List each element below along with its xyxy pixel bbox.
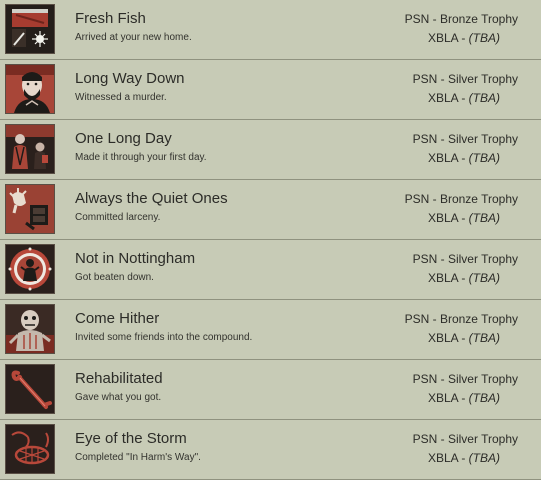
xbla-status: XBLA - (TBA): [428, 151, 500, 165]
achievement-row: Long Way Down Witnessed a murder. PSN - …: [0, 60, 541, 120]
achievement-row: Eye of the Storm Completed "In Harm's Wa…: [0, 420, 541, 480]
achievement-description: Committed larceny.: [75, 212, 161, 223]
xbla-prefix: XBLA -: [427, 91, 469, 105]
achievement-description: Got beaten down.: [75, 272, 154, 283]
xbla-prefix: XBLA -: [427, 211, 469, 225]
achievement-row: Not in Nottingham Got beaten down. PSN -…: [0, 240, 541, 300]
xbla-status: XBLA - (TBA): [428, 451, 500, 465]
achievement-row: Come Hither Invited some friends into th…: [0, 300, 541, 360]
achievement-title: Not in Nottingham: [75, 250, 196, 267]
achievement-title: Rehabilitated: [75, 370, 163, 387]
xbla-value: (TBA): [468, 151, 500, 165]
xbla-status: XBLA - (TBA): [428, 91, 500, 105]
bearded-man-portrait-icon: [5, 64, 55, 114]
xbla-value: (TBA): [468, 391, 500, 405]
psn-trophy: PSN - Silver Trophy: [412, 372, 518, 386]
achievement-title: Come Hither: [75, 310, 160, 327]
psn-trophy: PSN - Silver Trophy: [412, 72, 518, 86]
xbla-prefix: XBLA -: [427, 31, 469, 45]
xbla-value: (TBA): [468, 331, 500, 345]
achievement-row: Always the Quiet Ones Committed larceny.…: [0, 180, 541, 240]
crowbar-icon: [5, 364, 55, 414]
achievement-description: Arrived at your new home.: [75, 32, 192, 43]
achievement-row: Rehabilitated Gave what you got. PSN - S…: [0, 360, 541, 420]
xbla-prefix: XBLA -: [427, 451, 469, 465]
xbla-status: XBLA - (TBA): [428, 31, 500, 45]
achievement-title: Long Way Down: [75, 70, 185, 87]
zombie-icon: [5, 304, 55, 354]
xbla-status: XBLA - (TBA): [428, 391, 500, 405]
psn-trophy: PSN - Silver Trophy: [412, 252, 518, 266]
xbla-status: XBLA - (TBA): [428, 331, 500, 345]
psn-trophy: PSN - Bronze Trophy: [404, 192, 518, 206]
xbla-value: (TBA): [468, 211, 500, 225]
xbla-value: (TBA): [468, 31, 500, 45]
xbla-prefix: XBLA -: [427, 271, 469, 285]
xbla-value: (TBA): [468, 451, 500, 465]
achievement-description: Witnessed a murder.: [75, 92, 167, 103]
achievement-list: Fresh Fish Arrived at your new home. PSN…: [0, 0, 541, 480]
xbla-status: XBLA - (TBA): [428, 211, 500, 225]
achievement-title: One Long Day: [75, 130, 172, 147]
psn-trophy: PSN - Silver Trophy: [412, 132, 518, 146]
psn-trophy: PSN - Silver Trophy: [412, 432, 518, 446]
psn-trophy: PSN - Bronze Trophy: [404, 12, 518, 26]
xbla-value: (TBA): [468, 271, 500, 285]
achievement-row: One Long Day Made it through your first …: [0, 120, 541, 180]
achievement-description: Completed "In Harm's Way".: [75, 452, 201, 463]
achievement-row: Fresh Fish Arrived at your new home. PSN…: [0, 0, 541, 60]
achievement-title: Always the Quiet Ones: [75, 190, 228, 207]
crate-spark-icon: [5, 4, 55, 54]
xbla-prefix: XBLA -: [427, 151, 469, 165]
rope-net-icon: [5, 424, 55, 474]
achievement-description: Made it through your first day.: [75, 152, 207, 163]
xbla-status: XBLA - (TBA): [428, 271, 500, 285]
achievement-description: Invited some friends into the compound.: [75, 332, 253, 343]
achievement-title: Eye of the Storm: [75, 430, 187, 447]
hand-and-box-icon: [5, 184, 55, 234]
achievement-description: Gave what you got.: [75, 392, 162, 403]
xbla-prefix: XBLA -: [427, 331, 469, 345]
xbla-prefix: XBLA -: [427, 391, 469, 405]
two-figures-icon: [5, 124, 55, 174]
achievement-title: Fresh Fish: [75, 10, 146, 27]
psn-trophy: PSN - Bronze Trophy: [404, 312, 518, 326]
figure-in-ring-icon: [5, 244, 55, 294]
xbla-value: (TBA): [468, 91, 500, 105]
